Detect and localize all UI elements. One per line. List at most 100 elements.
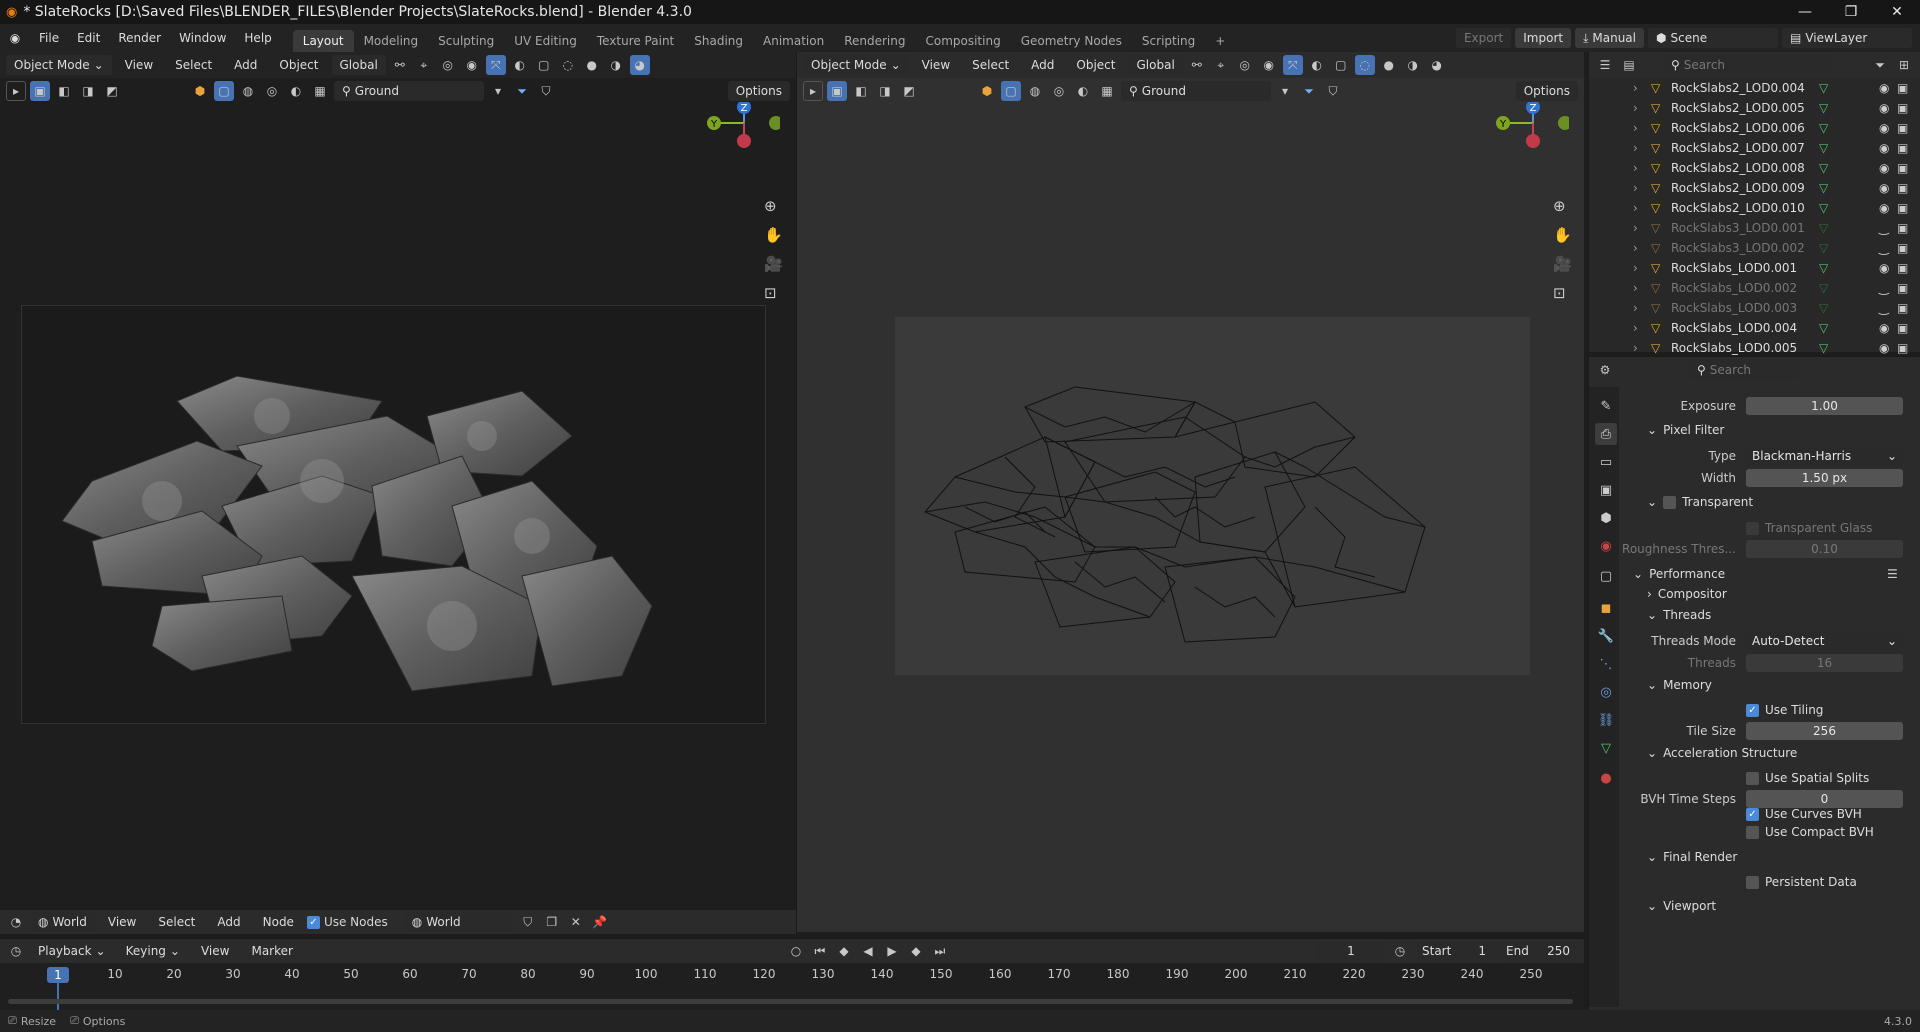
camera-icon[interactable]: 🎥 — [1553, 255, 1572, 273]
scene-selector[interactable]: ⬢ Scene — [1648, 28, 1778, 48]
bookmark-icon[interactable]: ▾ — [488, 81, 508, 101]
current-frame-field[interactable]: 1 — [1316, 941, 1386, 961]
outliner-item[interactable]: › ▽ RockSlabs2_LOD0.007 ▽ ◉ ▣ — [1589, 138, 1920, 158]
minimize-icon[interactable]: — — [1782, 4, 1828, 20]
tab-sculpting[interactable]: Sculpting — [428, 30, 504, 52]
pivot-icon[interactable]: ⚯ — [390, 55, 410, 75]
menu-add-left[interactable]: Add — [225, 51, 266, 79]
transparent-glass-checkbox[interactable] — [1746, 521, 1759, 535]
expand-chevron-icon[interactable]: › — [1633, 101, 1638, 115]
lock-icon[interactable]: ⊡ — [1553, 284, 1566, 302]
expand-chevron-icon[interactable]: › — [1633, 81, 1638, 95]
constraints-tab-icon[interactable]: ⛓ — [1595, 709, 1617, 731]
snap-icon[interactable]: ⌖ — [414, 55, 434, 75]
outliner-search[interactable]: ⚲ Search — [1663, 55, 1833, 75]
camera-render-icon[interactable]: ▣ — [1897, 181, 1908, 195]
menu-select-node[interactable]: Select — [149, 908, 204, 936]
curves-bvh-checkbox[interactable]: ✓ — [1746, 807, 1759, 821]
output-tab-icon[interactable]: ▭ — [1595, 451, 1617, 473]
menu-view-node[interactable]: View — [99, 908, 145, 936]
clock-icon[interactable]: ◷ — [1390, 941, 1410, 961]
expand-chevron-icon[interactable]: › — [1633, 221, 1638, 235]
mode-selector-left[interactable]: Object Mode ⌄ — [6, 55, 112, 75]
proportional-icon[interactable]: ◎ — [438, 55, 458, 75]
wireframe-shading-icon[interactable]: ◌ — [1354, 55, 1375, 75]
filter-solid-icon[interactable]: ▢ — [1001, 81, 1021, 101]
camera-render-icon[interactable]: ▣ — [1897, 201, 1908, 215]
spatial-splits-checkbox[interactable] — [1746, 771, 1759, 785]
solid-shading-icon[interactable]: ● — [1379, 55, 1399, 75]
menu-view-timeline[interactable]: View — [192, 937, 238, 965]
menu-select-left[interactable]: Select — [166, 51, 221, 79]
snap-icon[interactable]: ⌖ — [1211, 55, 1231, 75]
duplicate-icon[interactable]: ❐ — [542, 912, 562, 932]
outliner-item[interactable]: › ▽ RockSlabs3_LOD0.002 ▽ ‿ ▣ — [1589, 238, 1920, 258]
menu-view-left[interactable]: View — [116, 51, 162, 79]
lock-icon[interactable]: ⊡ — [764, 284, 777, 302]
eye-icon[interactable]: ◉ — [1879, 81, 1889, 95]
visibility-icon[interactable]: ◉ — [1259, 55, 1279, 75]
camera-render-icon[interactable]: ▣ — [1897, 301, 1908, 315]
collection-tab-icon[interactable]: ▢ — [1595, 565, 1617, 587]
zoom-icon[interactable]: ⊕ — [1553, 197, 1566, 215]
timeline-scrollbar[interactable] — [8, 999, 1573, 1004]
tab-scripting[interactable]: Scripting — [1132, 30, 1205, 52]
expand-chevron-icon[interactable]: › — [1633, 261, 1638, 275]
eye-closed-icon[interactable]: ‿ — [1879, 241, 1889, 255]
menu-file[interactable]: File — [30, 24, 68, 52]
particles-tab-icon[interactable]: ⋱ — [1595, 653, 1617, 675]
camera-render-icon[interactable]: ▣ — [1897, 161, 1908, 175]
pan-hand-icon[interactable]: ✋ — [764, 226, 783, 244]
expand-chevron-icon[interactable]: › — [1633, 321, 1638, 335]
tab-rendering[interactable]: Rendering — [834, 30, 915, 52]
expand-chevron-icon[interactable]: › — [1633, 161, 1638, 175]
select-extend-icon[interactable]: ◧ — [851, 81, 871, 101]
menu-select-right[interactable]: Select — [963, 51, 1018, 79]
memory-section[interactable]: ⌄ Memory — [1647, 678, 1712, 692]
world-tab-icon[interactable]: ◉ — [1595, 535, 1617, 557]
eye-closed-icon[interactable]: ‿ — [1879, 221, 1889, 235]
xray-icon[interactable]: ▢ — [1331, 55, 1351, 75]
shield-icon[interactable]: ⛉ — [536, 81, 556, 101]
tab-layout[interactable]: Layout — [292, 30, 354, 52]
wireframe-shading-icon[interactable]: ◌ — [558, 55, 578, 75]
camera-render-icon[interactable]: ▣ — [1897, 221, 1908, 235]
menu-edit[interactable]: Edit — [68, 24, 109, 52]
expand-chevron-icon[interactable]: › — [1633, 201, 1638, 215]
menu-render[interactable]: Render — [109, 24, 170, 52]
navigation-gizmo-right[interactable]: Z Y — [1489, 100, 1572, 172]
options-button-right[interactable]: Options — [1515, 81, 1578, 101]
pixel-filter-section[interactable]: ⌄ Pixel Filter — [1647, 423, 1724, 437]
pan-hand-icon[interactable]: ✋ — [1553, 226, 1572, 244]
play-icon[interactable]: ▶ — [882, 941, 902, 961]
menu-object-left[interactable]: Object — [270, 51, 327, 79]
select-tool-icon[interactable]: ▸ — [803, 81, 823, 101]
expand-chevron-icon[interactable]: › — [1633, 281, 1638, 295]
menu-object-right[interactable]: Object — [1067, 51, 1124, 79]
tool-tab-icon[interactable]: ✎ — [1595, 395, 1617, 417]
expand-chevron-icon[interactable]: › — [1633, 341, 1638, 355]
accel-section[interactable]: ⌄ Acceleration Structure — [1647, 746, 1797, 760]
eye-icon[interactable]: ◉ — [1879, 341, 1889, 355]
camera-render-icon[interactable]: ▣ — [1897, 81, 1908, 95]
solid-shading-icon[interactable]: ● — [582, 55, 602, 75]
width-field[interactable]: 1.50 px — [1746, 469, 1903, 487]
camera-icon[interactable]: 🎥 — [764, 255, 783, 273]
collection-search[interactable]: ⚲ Ground — [1121, 81, 1271, 101]
select-subtract-icon[interactable]: ◨ — [875, 81, 895, 101]
properties-search[interactable]: ⚲ Search — [1689, 360, 1799, 380]
filter-sphere-icon[interactable]: ◍ — [238, 81, 258, 101]
outliner-item[interactable]: › ▽ RockSlabs2_LOD0.008 ▽ ◉ ▣ — [1589, 158, 1920, 178]
shield-icon[interactable]: ⛉ — [1323, 81, 1343, 101]
eye-icon[interactable]: ◉ — [1879, 201, 1889, 215]
camera-render-icon[interactable]: ▣ — [1897, 241, 1908, 255]
compositor-section[interactable]: › Compositor — [1647, 587, 1727, 601]
eye-icon[interactable]: ◉ — [1879, 181, 1889, 195]
filter-light-icon[interactable]: ◐ — [1073, 81, 1093, 101]
transparent-checkbox[interactable] — [1663, 495, 1677, 509]
filter-funnel-icon[interactable]: ⏷ — [512, 81, 532, 101]
menu-window[interactable]: Window — [170, 24, 235, 52]
transparent-section[interactable]: ⌄ Transparent — [1647, 495, 1753, 509]
blender-menu-icon[interactable]: ◉ — [0, 31, 30, 45]
filter-grid-icon[interactable]: ▦ — [1097, 81, 1117, 101]
